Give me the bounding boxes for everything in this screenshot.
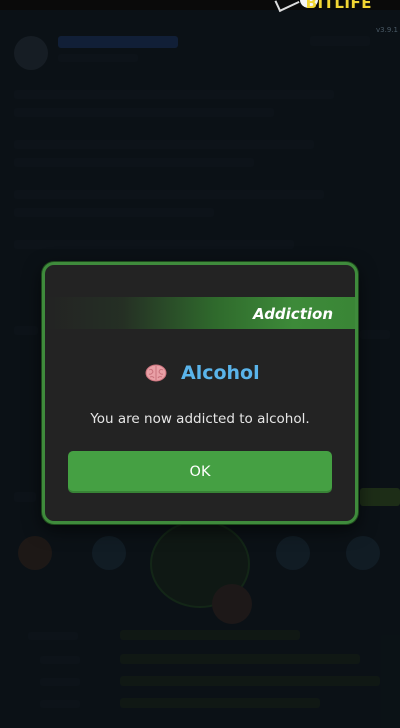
dialog-title-row: Alcohol bbox=[45, 362, 355, 388]
ok-button[interactable]: OK bbox=[68, 451, 332, 493]
version-label: v3.9.1 bbox=[376, 26, 398, 34]
dialog-banner-title: Addiction bbox=[253, 305, 333, 323]
game-screen: BITLIFE v3.9.1 Addiction Alcohol You are… bbox=[0, 0, 400, 728]
dialog-title: Alcohol bbox=[181, 362, 260, 384]
dialog-message: You are now addicted to alcohol. bbox=[90, 411, 310, 427]
addiction-dialog: Addiction Alcohol You are now addicted t… bbox=[42, 262, 358, 524]
app-logo: BITLIFE bbox=[305, 0, 372, 12]
brain-icon bbox=[145, 364, 167, 382]
